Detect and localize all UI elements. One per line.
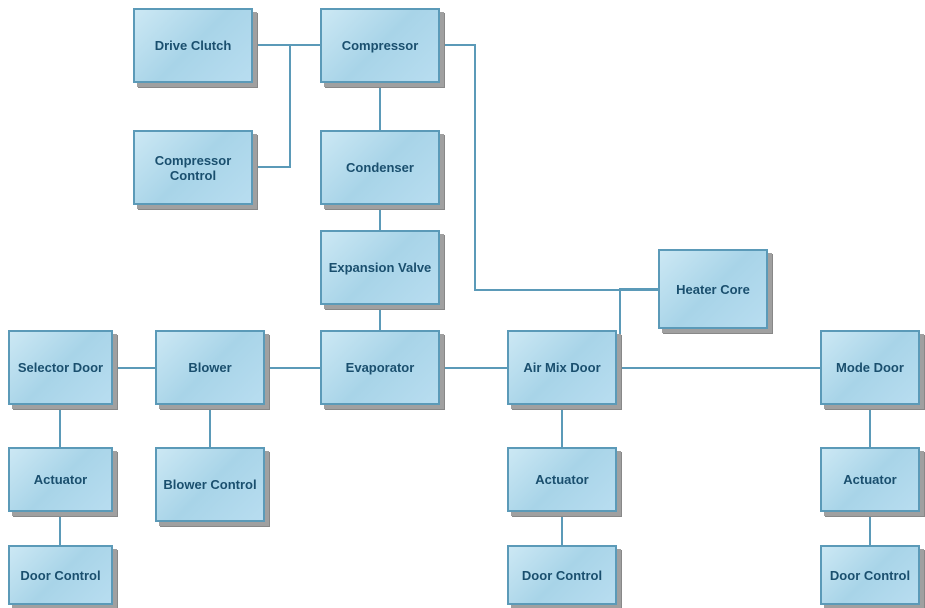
- compressor-label: Compressor: [342, 38, 419, 53]
- blower-label: Blower: [188, 360, 231, 375]
- door-control-mode-label: Door Control: [830, 568, 910, 583]
- door-control-selector-label: Door Control: [20, 568, 100, 583]
- mode-door-label: Mode Door: [836, 360, 904, 375]
- mode-door: Mode Door: [820, 330, 920, 405]
- actuator-air-mix: Actuator: [507, 447, 617, 512]
- condenser: Condenser: [320, 130, 440, 205]
- actuator-selector-label: Actuator: [34, 472, 87, 487]
- air-mix-door: Air Mix Door: [507, 330, 617, 405]
- compressor-control: Compressor Control: [133, 130, 253, 205]
- door-control-air-mix: Door Control: [507, 545, 617, 605]
- actuator-mode: Actuator: [820, 447, 920, 512]
- air-mix-door-label: Air Mix Door: [523, 360, 600, 375]
- drive-clutch: Drive Clutch: [133, 8, 253, 83]
- heater-core: Heater Core: [658, 249, 768, 329]
- selector-door-label: Selector Door: [18, 360, 103, 375]
- condenser-label: Condenser: [346, 160, 414, 175]
- expansion-valve: Expansion Valve: [320, 230, 440, 305]
- actuator-mode-label: Actuator: [843, 472, 896, 487]
- blower-control-label: Blower Control: [163, 477, 256, 492]
- evaporator-label: Evaporator: [346, 360, 415, 375]
- door-control-mode: Door Control: [820, 545, 920, 605]
- compressor-control-label: Compressor Control: [135, 153, 251, 183]
- blower: Blower: [155, 330, 265, 405]
- expansion-valve-label: Expansion Valve: [329, 260, 432, 275]
- heater-core-label: Heater Core: [676, 282, 750, 297]
- connector-lines: [0, 0, 925, 608]
- drive-clutch-label: Drive Clutch: [155, 38, 232, 53]
- diagram-container: Drive Clutch Compressor Control Compressor…: [0, 0, 925, 608]
- evaporator: Evaporator: [320, 330, 440, 405]
- actuator-air-mix-label: Actuator: [535, 472, 588, 487]
- blower-control: Blower Control: [155, 447, 265, 522]
- compressor: Compressor: [320, 8, 440, 83]
- actuator-selector: Actuator: [8, 447, 113, 512]
- door-control-air-mix-label: Door Control: [522, 568, 602, 583]
- door-control-selector: Door Control: [8, 545, 113, 605]
- selector-door: Selector Door: [8, 330, 113, 405]
